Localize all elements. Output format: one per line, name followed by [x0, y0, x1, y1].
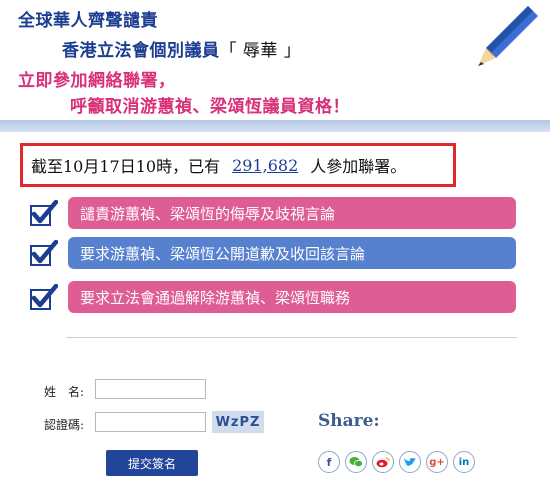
counter-prefix: 截至10月17日10時，已有: [31, 157, 221, 176]
pencil-icon: [478, 6, 538, 66]
name-input[interactable]: [95, 379, 206, 399]
verification-code-label: 認證碼:: [44, 418, 85, 432]
checkbox-icon: [30, 284, 58, 310]
captcha-image[interactable]: WzPZ: [212, 411, 264, 433]
signature-count: 291,682: [232, 155, 299, 175]
signature-counter: 截至10月17日10時，已有 291,682 人參加聯署。: [20, 143, 456, 187]
checkbox-icon: [30, 240, 58, 266]
google-plus-icon[interactable]: g+: [426, 451, 448, 473]
twitter-icon[interactable]: [399, 451, 421, 473]
checkbox-icon: [30, 200, 58, 226]
page-header: 全球華人齊聲譴責 香港立法會個別議員「 辱華 」 立即參加網絡聯署， 呼籲取消游…: [0, 0, 550, 118]
form-divider: [66, 337, 517, 338]
counter-suffix: 人參加聯署。: [310, 157, 407, 176]
headline-line-2: 香港立法會個別議員「 辱華 」: [62, 36, 301, 61]
submit-signature-button[interactable]: 提交簽名: [106, 450, 198, 476]
headline-line-3: 立即參加網絡聯署，: [18, 71, 176, 91]
weibo-icon[interactable]: [372, 451, 394, 473]
headline-line-2-text: 香港立法會個別議員: [62, 41, 220, 61]
verification-code-input[interactable]: [95, 412, 206, 432]
demand-item-2: 要求游蕙禎、梁頌恆公開道歉及收回該言論: [68, 237, 516, 269]
headline-line-4: 呼籲取消游蕙禎、梁頌恆議員資格！: [70, 97, 350, 117]
demand-item-1: 譴責游蕙禎、梁頌恆的侮辱及歧視言論: [68, 197, 516, 229]
name-label: 姓 名:: [44, 385, 85, 399]
headline-quote: 「 辱華 」: [219, 41, 302, 61]
wechat-icon[interactable]: [345, 451, 367, 473]
facebook-icon[interactable]: f: [318, 451, 340, 473]
demand-item-3: 要求立法會通過解除游蕙禎、梁頌恆職務: [68, 281, 516, 313]
linkedin-icon[interactable]: in: [453, 451, 475, 473]
headline-line-1: 全球華人齊聲譴責: [18, 11, 158, 31]
header-divider-bar: [0, 120, 550, 132]
share-label: Share:: [318, 411, 380, 431]
